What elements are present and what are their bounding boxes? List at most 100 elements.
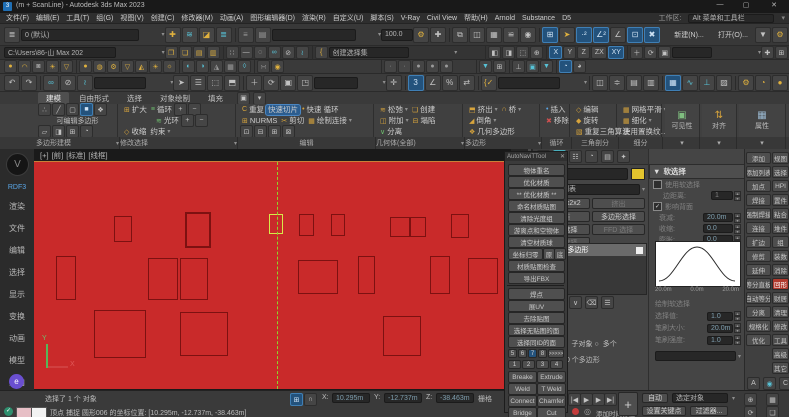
create-button[interactable]: ❏ 创建 [410, 105, 437, 115]
minimize-button[interactable]: — [708, 1, 732, 8]
tp-map-check-button[interactable]: 材质贴图检查 [508, 260, 565, 272]
viewport[interactable]: [+] [前] [标准] [线框] X Y [34, 149, 511, 390]
xref-toggle-icon[interactable]: ✖ [644, 26, 660, 43]
auto-key-button[interactable]: 自动 [642, 393, 668, 403]
use-displacement-button[interactable]: 使用置换纹… [621, 127, 670, 137]
layer-dropdown[interactable]: 0 (默认) [21, 28, 139, 41]
select-by-name-icon[interactable]: ☰ [190, 74, 207, 91]
ribbon-arrow-icon[interactable]: ▾ [253, 91, 266, 105]
undo-icon[interactable]: ↶ [4, 74, 20, 91]
rtb-connect-button[interactable]: 连接 [746, 222, 771, 234]
selected-spline-line[interactable] [277, 162, 278, 389]
rtb-detach-button[interactable]: 分离 [746, 306, 771, 318]
schematic-view-icon[interactable]: ⊥ [698, 74, 715, 91]
absolute-mode-icon[interactable]: ⊞ [290, 393, 303, 406]
radio-subobj-label[interactable]: 子对象 [571, 339, 592, 349]
falloff-spinner[interactable]: ▴ ▾ [734, 212, 741, 223]
brush-size-spinner[interactable]: ▴ ▾ [734, 323, 741, 333]
rtb-weld-button[interactable]: 焊接 [746, 194, 771, 206]
spinner-snap-toggle-icon[interactable]: ⊡ [627, 26, 643, 43]
group-label-loops[interactable]: 循环 [542, 137, 572, 149]
sun-icon[interactable]: ☀ [149, 60, 162, 73]
geopoly-button[interactable]: ❖ 几何多边形 [467, 127, 517, 137]
rtb-col2-button[interactable]: HPI [772, 180, 789, 192]
render-setup-icon[interactable]: ⚙ [737, 74, 754, 91]
paint-value-field[interactable]: 1.0 [707, 311, 733, 321]
rtb-a-button[interactable]: A [747, 377, 760, 390]
rtb-force-weld-button[interactable]: 强制焊接 [746, 208, 771, 220]
tp-export-fbx-button[interactable]: 导出FBX [508, 272, 565, 284]
panel-icon[interactable]: ▦ [224, 60, 237, 73]
view-cube-icon[interactable]: ▣ [526, 60, 539, 73]
angle-snap-icon[interactable]: ∠ [424, 74, 441, 91]
paint-connect-button[interactable]: ▦ 绘制连接 ▾ [306, 116, 354, 126]
tp-select-unmapped-faces-button[interactable]: 选择无贴图的面 [508, 324, 565, 336]
pyramid-icon[interactable]: ◮ [210, 60, 223, 73]
selected-shape-rect[interactable] [269, 214, 283, 234]
bind-spacewarp-icon[interactable]: ≀ [295, 46, 309, 59]
dot2-icon[interactable]: · [398, 60, 411, 73]
soft-selection-rollout-header[interactable]: ▼ 软选择 [649, 164, 745, 179]
extrude-button[interactable]: ⬒ 挤出 ▾ [467, 105, 500, 115]
poly-select-mod-button[interactable]: 多边形选择 [592, 211, 645, 222]
region-right-icon[interactable]: ◨ [502, 46, 516, 59]
tp-target-weld-button[interactable]: T Weld [537, 383, 566, 395]
array-icon[interactable]: ▦ [486, 26, 502, 43]
sidebar-item-file[interactable]: 文件 [0, 223, 34, 234]
grid2-icon[interactable]: ⊞ [493, 60, 506, 73]
tp-stray-points-button[interactable]: 游离点和空物体 [508, 224, 565, 236]
rtb-c-button[interactable]: C [779, 377, 789, 390]
tp-optimize-material2-button[interactable]: ** 优化材质 ** [508, 188, 565, 200]
constrain-button[interactable]: 约束 ▾ [148, 127, 172, 137]
percent-snap-icon[interactable]: % [441, 74, 458, 91]
move-icon[interactable]: ＋ [630, 46, 644, 59]
scene-script-icon[interactable]: ▨ [715, 74, 732, 91]
nurms-button[interactable]: ⊞ NURMS [240, 116, 279, 126]
sidebar-item-transform[interactable]: 变换 [0, 311, 34, 322]
rtb-divide-button[interactable]: 等分直板 [746, 278, 771, 290]
autosave-icon[interactable]: ◔ [559, 60, 572, 73]
rtb-extend-edge-button[interactable]: 扩边 [746, 236, 771, 248]
workspace-dropdown-arrow[interactable]: ▾ [781, 14, 789, 22]
axis-zx-button[interactable]: ZX [591, 46, 608, 59]
menu-d5[interactable]: D5 [562, 15, 571, 22]
export-icon[interactable]: ❏ [178, 46, 192, 59]
tp-select-same-id-faces-button[interactable]: 选择同ID的面 [508, 336, 565, 348]
merge-icon[interactable]: ▤ [192, 46, 206, 59]
rotate-icon[interactable]: ⟳ [644, 46, 658, 59]
rtb-add-point-button[interactable]: 加点 [746, 180, 771, 192]
rtb-col2-button[interactable]: 清理 [772, 306, 789, 318]
record-dot-icon[interactable] [572, 408, 579, 415]
remove-modifier-button[interactable]: ⌫ [585, 296, 598, 309]
sidebar-item-display[interactable]: 显示 [0, 289, 34, 300]
stack-icon[interactable]: ≡ [237, 26, 254, 43]
bind-icon[interactable]: ≀ [77, 74, 93, 91]
edge-distance-field[interactable]: 1 [711, 191, 733, 200]
tp-bridge-button[interactable]: Bridge [508, 407, 537, 417]
tp-id2-button[interactable]: 2 [522, 360, 535, 369]
rtb-col2-button[interactable]: 工具 [772, 334, 789, 346]
named-sets-arrow[interactable]: ▾ [582, 79, 587, 86]
edit-named-sets-icon[interactable]: {✓ [480, 74, 497, 91]
rtb-col2-button[interactable]: 修改 [772, 320, 789, 332]
hierarchy-tab-icon[interactable]: ☷ [569, 150, 582, 163]
unlink-selection-icon[interactable]: ⊘ [60, 74, 76, 91]
selobj-arrow[interactable]: ▾ [730, 395, 735, 402]
material-ball-icon[interactable]: ◉ [271, 60, 284, 73]
menu-create[interactable]: 创建(C) [151, 13, 175, 23]
mirror-tool-icon[interactable]: ▼ [479, 60, 492, 73]
group-label-subdivision[interactable]: 细分 [619, 137, 663, 149]
group-label-poly-modeling[interactable]: 多边形建模 ▾ [36, 137, 120, 149]
link-icon[interactable]: ∞ [267, 46, 281, 59]
tp-break-button[interactable]: Breake [508, 371, 537, 383]
menu-customize[interactable]: 自定义(U) [333, 13, 364, 23]
rendered-frame-icon[interactable]: ◔ [754, 74, 771, 91]
detach-button[interactable]: ∨ 分离 [378, 127, 404, 137]
rtb-optimize-button[interactable]: 优化 [746, 334, 771, 346]
tp-optimize-material-button[interactable]: 优化材质 [508, 176, 565, 188]
gear-icon[interactable]: ⚙ [413, 26, 429, 43]
disc-icon[interactable]: ◍ [93, 60, 106, 73]
cut-button[interactable]: ✂ 剪切 [279, 116, 306, 126]
rtb-col2-button[interactable]: 财居 [772, 292, 789, 304]
make-unique-button[interactable]: ∨ [569, 296, 582, 309]
